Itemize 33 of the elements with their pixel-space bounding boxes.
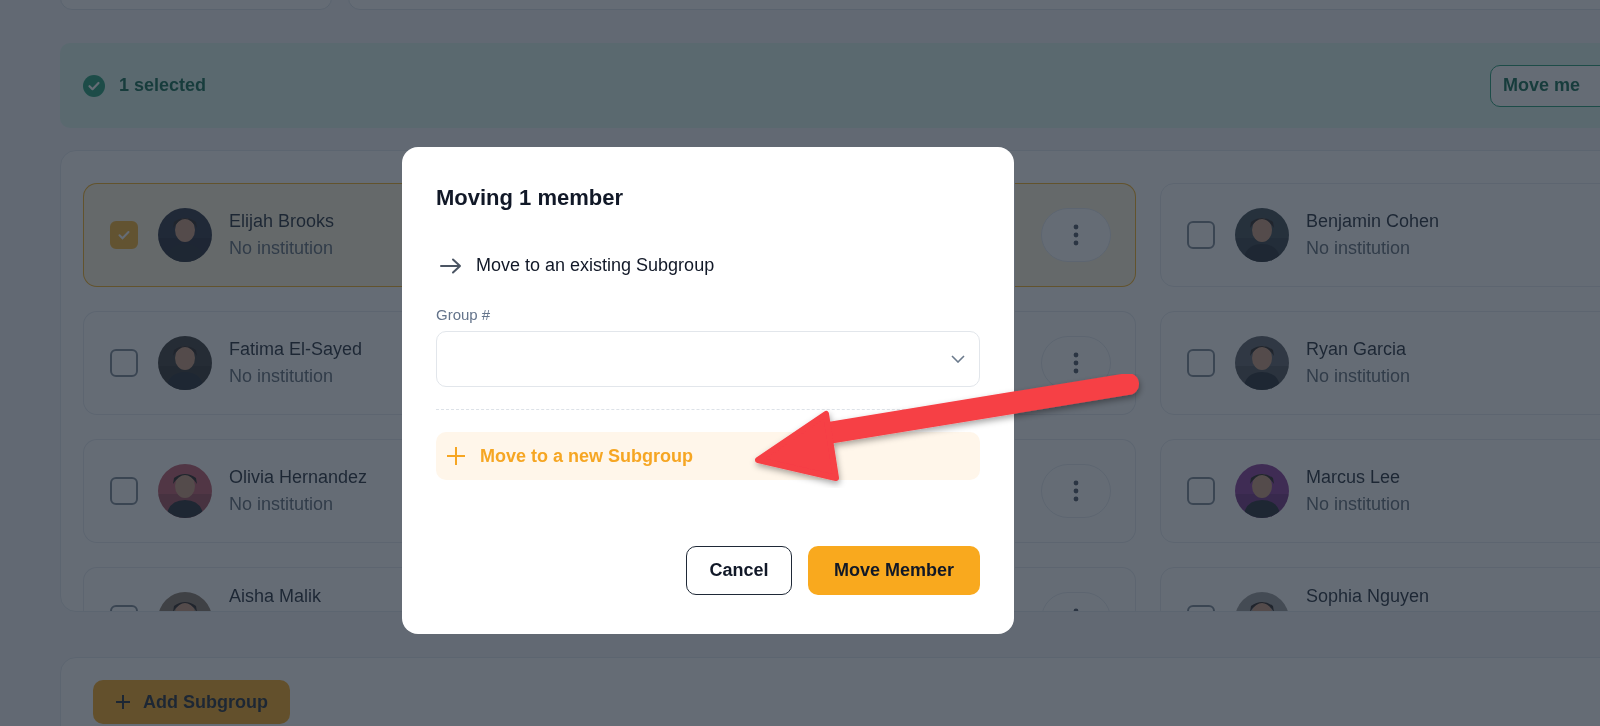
member-name: Sophia Nguyen (1306, 586, 1430, 607)
arrow-right-icon (440, 257, 462, 274)
member-name: Olivia Hernandez (229, 467, 368, 488)
checkbox[interactable] (1187, 221, 1215, 249)
member-card[interactable]: Aisha Malik (83, 567, 403, 611)
more-vertical-icon (1073, 480, 1079, 502)
chevron-down-icon (951, 355, 965, 363)
checkbox[interactable] (1187, 477, 1215, 505)
checkbox[interactable] (110, 349, 138, 377)
existing-subgroup-option[interactable]: Move to an existing Subgroup (476, 255, 715, 276)
member-name: Fatima El-Sayed (229, 339, 363, 360)
check-circle-icon (83, 74, 105, 97)
plus-icon (446, 446, 466, 466)
checkbox[interactable] (110, 221, 138, 249)
group-select[interactable] (436, 331, 980, 387)
selection-count: 1 selected (119, 75, 207, 96)
member-name: Marcus Lee (1306, 467, 1402, 488)
cancel-button[interactable]: Cancel (686, 546, 792, 595)
more-vertical-icon (1073, 352, 1079, 374)
plus-icon (115, 694, 131, 710)
member-name: Elijah Brooks (229, 211, 335, 232)
field-label: Group # (436, 306, 492, 323)
member-card[interactable]: Sophia Nguyen (1160, 567, 1600, 611)
add-subgroup-button[interactable]: Add Subgroup (93, 680, 290, 724)
checkbox[interactable] (1187, 349, 1215, 377)
move-members-button[interactable]: Move me (1490, 64, 1600, 107)
dialog-title: Moving 1 member (436, 185, 625, 211)
member-name: Ryan Garcia (1306, 339, 1408, 360)
more-vertical-icon (1073, 224, 1079, 246)
member-name: Aisha Malik (229, 586, 322, 607)
checkbox[interactable] (110, 477, 138, 505)
member-name: Benjamin Cohen (1306, 211, 1440, 232)
move-member-button[interactable]: Move Member (808, 546, 980, 595)
